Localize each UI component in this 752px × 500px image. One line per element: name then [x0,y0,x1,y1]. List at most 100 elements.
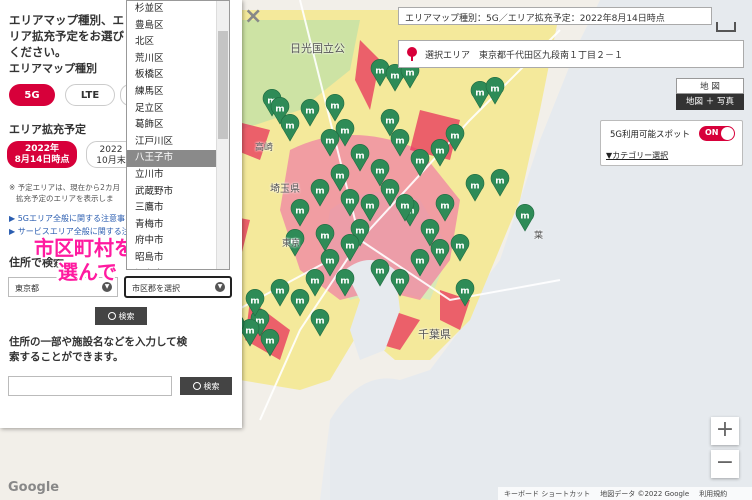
city-option[interactable]: 三鷹市 [127,200,229,217]
category-select-link[interactable]: ▼カテゴリー選択 [606,150,668,161]
city-option[interactable]: 荒川区 [127,51,229,68]
svg-text:m: m [415,157,424,167]
address-search-button[interactable]: 検索 [95,307,147,325]
svg-text:m: m [390,72,399,82]
svg-text:m: m [295,297,304,307]
dropdown-scrollbar[interactable] [216,1,229,269]
spot-panel: 5G利用可能スポット ON ▼カテゴリー選択 [600,120,743,166]
svg-text:m: m [460,287,469,297]
svg-text:m: m [470,182,479,192]
city-option[interactable]: 江戸川区 [127,134,229,151]
place-label-partial: 葉 [534,231,544,241]
svg-text:m: m [340,127,349,137]
city-option[interactable]: 武蔵野市 [127,184,229,201]
spot-toggle-label: ON [705,128,719,137]
zoom-out-button[interactable]: − [711,450,739,478]
svg-text:m: m [440,202,449,212]
date-aug14-button[interactable]: 2022年 8月14日時点 [7,141,77,168]
keyboard-shortcuts-link[interactable]: キーボード ショートカット [504,489,590,499]
spot-label: 5G利用可能スポット [610,130,690,140]
svg-text:m: m [320,232,329,242]
place-label-nikko: 日光国立公 [290,42,345,55]
svg-text:m: m [355,152,364,162]
svg-text:m: m [335,172,344,182]
date-aug14-year: 2022年 [24,144,60,154]
search-icon [107,312,116,320]
city-placeholder: 市区郡を選択 [132,284,180,293]
city-option[interactable]: 練馬区 [127,84,229,101]
svg-text:m: m [275,105,284,115]
svg-text:m: m [325,137,334,147]
svg-text:m: m [295,207,304,217]
city-option[interactable]: 足立区 [127,101,229,118]
place-label-tokyo: 東京 [282,239,301,249]
prefecture-value: 東京都 [15,284,39,293]
city-option[interactable]: 豊島区 [127,18,229,35]
location-pin-stem [411,55,413,61]
panel-title: エリアマップ種別、エリア拡充予定をお選びください。 [9,13,124,59]
svg-text:m: m [365,202,374,212]
svg-text:m: m [355,227,364,237]
city-option-list: 杉並区 豊島区 北区 荒川区 板橋区 練馬区 足立区 葛飾区 江戸川区 八王子市 立川市 武蔵野市 三鷹… [127,1,229,270]
city-option[interactable]: 八王子市 [127,150,229,167]
svg-text:m: m [520,212,529,222]
svg-text:m: m [245,327,254,337]
city-option[interactable]: 調布市 [127,267,229,270]
city-option[interactable]: 葛飾区 [127,117,229,134]
svg-text:m: m [435,247,444,257]
maptype-map-button[interactable]: 地 図 [676,78,744,94]
city-option[interactable]: 北区 [127,34,229,51]
svg-text:m: m [455,242,464,252]
svg-text:m: m [405,69,414,79]
city-option[interactable]: 昭島市 [127,250,229,267]
svg-text:m: m [315,187,324,197]
svg-text:m: m [400,202,409,212]
place-label-saitama: 埼玉県 [270,184,300,195]
selected-area-bar[interactable]: 選択エリア 東京都千代田区九段南１丁目２－１ [398,40,744,68]
city-option[interactable]: 青梅市 [127,217,229,234]
search-icon [192,382,201,390]
close-panel-button[interactable]: × [244,4,262,29]
spot-toggle-knob [721,127,734,140]
map-info-bar: エリアマップ種別：5G／エリア拡充予定：2022年8月14日時点 [398,7,712,25]
note-line-1: ※ 予定エリアは、現在から2カ月 [9,183,120,192]
svg-text:m: m [345,197,354,207]
svg-text:m: m [285,122,294,132]
maptype-satellite-button[interactable]: 地図 ＋ 写真 [676,94,744,110]
chevron-down-icon: ▼ [215,282,225,292]
svg-text:m: m [375,267,384,277]
expansion-label: エリア拡充予定 [9,123,86,136]
map-type-lte-button[interactable]: LTE [65,84,115,106]
svg-text:m: m [415,257,424,267]
city-option[interactable]: 立川市 [127,167,229,184]
svg-text:m: m [395,137,404,147]
city-option[interactable]: 板橋区 [127,67,229,84]
place-label-takasaki: 高崎 [255,143,274,153]
keyword-input[interactable] [8,376,172,396]
fullscreen-icon[interactable] [716,22,736,32]
keyword-search-button[interactable]: 検索 [180,377,232,395]
svg-text:m: m [375,67,384,77]
scrollbar-thumb[interactable] [218,31,228,139]
5g-notice-link[interactable]: ▶ 5Gエリア全般に関する注意事 [9,213,125,224]
svg-text:m: m [375,167,384,177]
svg-text:m: m [265,337,274,347]
spot-toggle[interactable]: ON [699,126,735,141]
city-select[interactable]: 市区郡を選択 ▼ [124,276,232,298]
zoom-in-button[interactable]: + [711,417,739,445]
city-option[interactable]: 府中市 [127,233,229,250]
google-logo: Google [8,480,60,495]
keyword-search-label: 検索 [203,381,220,391]
annotation-line-2: 選んで [58,260,117,284]
map-type-5g-button[interactable]: 5G [9,84,55,106]
terms-link[interactable]: 利用規約 [699,489,727,499]
svg-text:m: m [425,227,434,237]
map-type-label: エリアマップ種別 [9,62,97,75]
city-option[interactable]: 杉並区 [127,1,229,18]
svg-text:m: m [495,177,504,187]
address-search-label-text: 検索 [118,311,135,321]
svg-text:m: m [275,287,284,297]
city-dropdown-list[interactable]: 杉並区 豊島区 北区 荒川区 板橋区 練馬区 足立区 葛飾区 江戸川区 八王子市 立川市 武蔵野市 三鷹… [126,0,230,270]
svg-text:m: m [395,277,404,287]
date-aug14-day: 8月14日時点 [14,155,70,165]
